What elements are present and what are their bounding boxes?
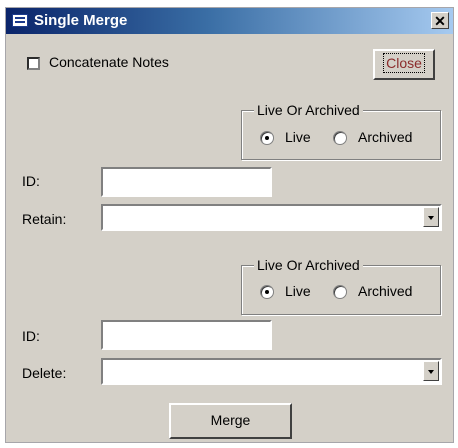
delete-live-radio[interactable]: [260, 285, 274, 299]
concatenate-notes-checkbox[interactable]: [27, 57, 40, 70]
delete-combo[interactable]: [101, 358, 442, 385]
retain-live-label: Live: [285, 129, 311, 145]
title-bar: Single Merge ✕: [6, 8, 453, 34]
delete-id-input[interactable]: [101, 320, 272, 350]
retain-archived-radio[interactable]: [333, 131, 347, 145]
retain-id-input[interactable]: [101, 167, 272, 197]
close-button[interactable]: Close: [373, 49, 435, 80]
retain-live-radio[interactable]: [260, 131, 274, 145]
retain-id-label: ID:: [22, 173, 40, 189]
chevron-down-icon[interactable]: [423, 361, 439, 381]
form-icon: [12, 14, 28, 27]
window-title: Single Merge: [34, 12, 128, 29]
merge-button[interactable]: Merge: [169, 403, 292, 439]
delete-label: Delete:: [22, 365, 67, 381]
delete-archived-radio[interactable]: [333, 285, 347, 299]
single-merge-dialog: Single Merge ✕ Concatenate Notes Close L…: [5, 7, 454, 443]
delete-live-label: Live: [285, 283, 311, 299]
delete-id-label: ID:: [22, 328, 40, 344]
chevron-down-icon[interactable]: [423, 207, 439, 227]
concatenate-notes-label: Concatenate Notes: [49, 54, 169, 70]
retain-label: Retain:: [22, 211, 67, 227]
delete-archived-label: Archived: [358, 283, 413, 299]
retain-archived-label: Archived: [358, 129, 413, 145]
retain-combo[interactable]: [101, 204, 442, 231]
close-button-label: Close: [383, 53, 425, 73]
window-close-button[interactable]: ✕: [431, 12, 449, 29]
delete-group-label: Live Or Archived: [254, 257, 363, 273]
retain-group-label: Live Or Archived: [254, 102, 363, 118]
